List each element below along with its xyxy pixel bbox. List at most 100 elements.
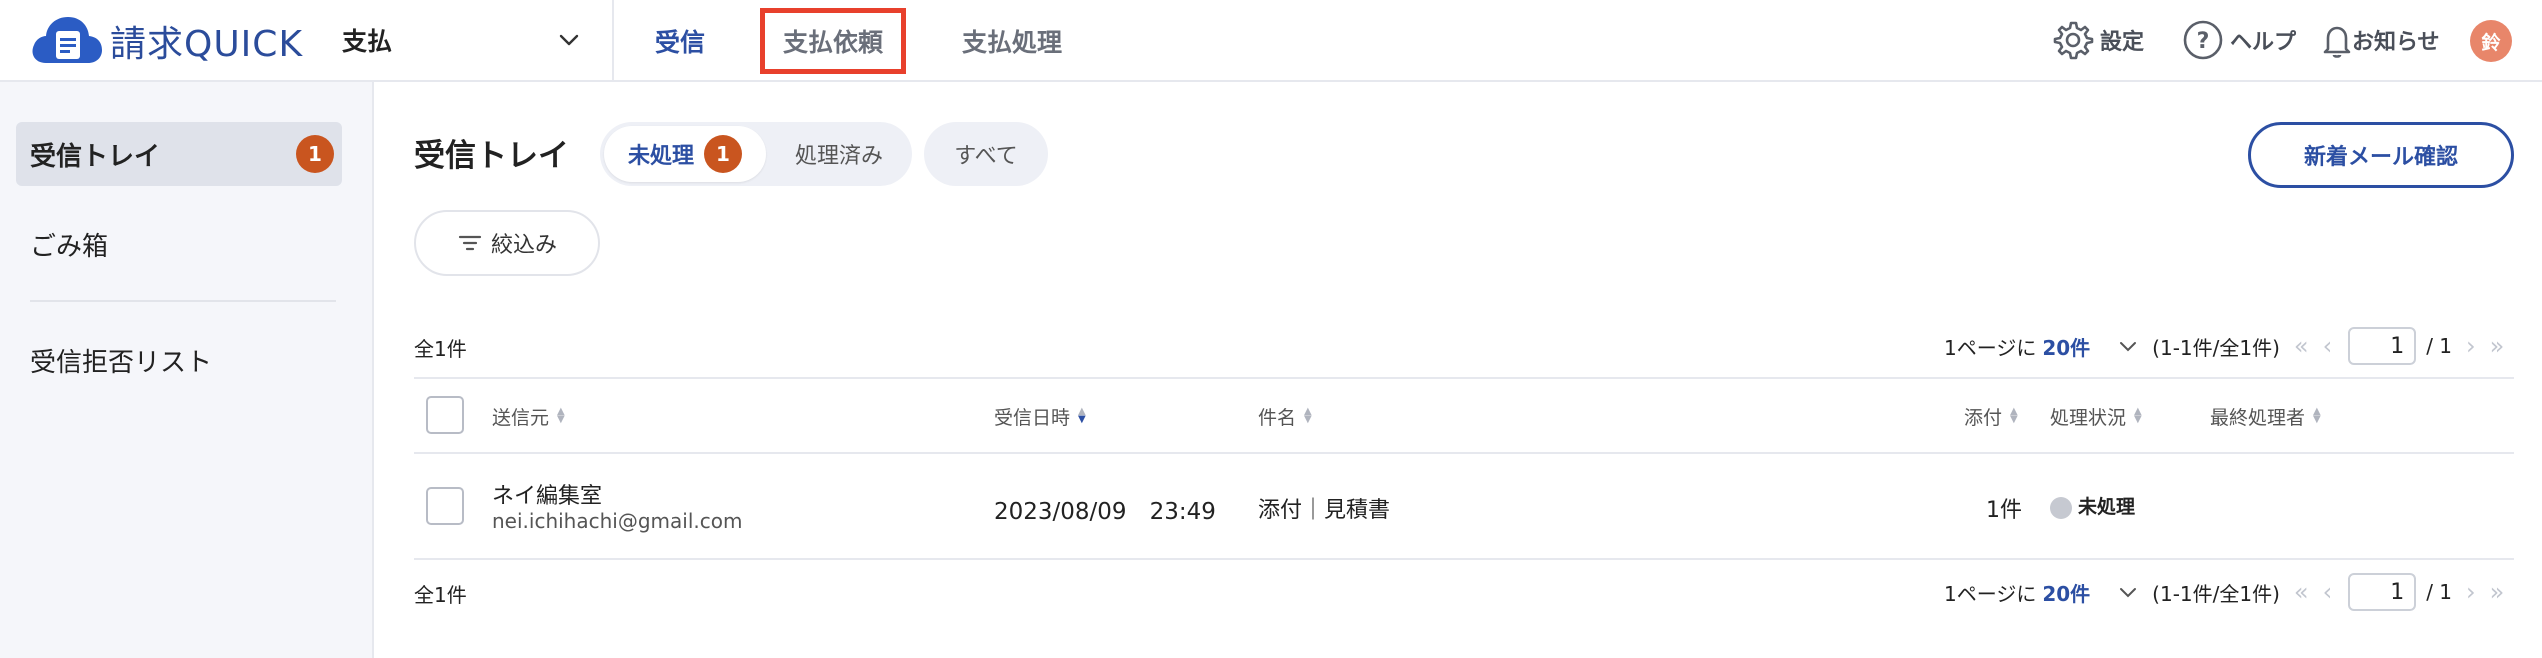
filter-label: 絞込み — [490, 233, 557, 258]
first-page-icon[interactable]: « — [2294, 578, 2309, 606]
result-range: (1-1件/全1件) — [2152, 335, 2280, 360]
select-all-checkbox[interactable] — [426, 396, 464, 434]
segment-all[interactable]: すべて — [924, 122, 1048, 186]
page-number-input[interactable] — [2348, 327, 2417, 365]
column-header-label: 添付 — [1964, 406, 2003, 429]
column-header-subject[interactable]: 件名 ▲ ▼ — [1258, 400, 1312, 432]
sidebar-item-label: 受信トレイ — [30, 141, 161, 172]
last-page-icon[interactable]: » — [2490, 332, 2505, 360]
notifications-link[interactable]: お知らせ — [2316, 14, 2440, 66]
sort-icon: ▲ ▼ — [2313, 406, 2321, 425]
next-page-icon[interactable]: › — [2466, 332, 2476, 360]
column-header-label: 件名 — [1258, 406, 1297, 429]
unprocessed-count-badge: 1 — [704, 135, 742, 173]
help-label: ヘルプ — [2230, 30, 2297, 55]
total-count-bottom: 全1件 — [414, 583, 467, 607]
per-page-value[interactable]: 20件 — [2042, 578, 2090, 607]
per-page-value[interactable]: 20件 — [2042, 332, 2090, 361]
column-header-label: 送信元 — [492, 406, 550, 429]
sidebar-item-inbox[interactable]: 受信トレイ 1 — [16, 122, 342, 186]
tab-payment-request[interactable]: 支払依頼 — [760, 8, 906, 74]
filter-icon — [458, 235, 482, 251]
row-received-at: 2023/08/09 23:49 — [994, 499, 1216, 525]
column-header-sender[interactable]: 送信元 ▲ ▼ — [492, 400, 565, 432]
row-subject: 添付｜見積書 — [1258, 498, 1391, 523]
result-range: (1-1件/全1件) — [2152, 581, 2280, 606]
row-sender-email: nei.ichihachi@gmail.com — [492, 509, 743, 533]
column-header-received-at[interactable]: 受信日時 ▲ ▼ — [994, 400, 1086, 432]
tab-payment-request-label: 支払依頼 — [782, 28, 883, 57]
module-select-value: 支払 — [342, 27, 393, 56]
next-page-icon[interactable]: › — [2466, 578, 2476, 606]
filter-button[interactable]: 絞込み — [414, 210, 600, 276]
prev-page-icon[interactable]: ‹ — [2323, 332, 2333, 360]
help-link[interactable]: ? ヘルプ — [2182, 14, 2296, 66]
column-header-last-handler[interactable]: 最終処理者 ▲ ▼ — [2210, 400, 2321, 432]
pagination-bottom: 1ページに 20件 (1-1件/全1件) « ‹ / 1 › » — [1944, 571, 2516, 613]
gear-icon — [2053, 21, 2094, 60]
app-logo[interactable]: 請求QUICK — [28, 14, 303, 68]
tab-payment-processing[interactable]: 支払処理 — [950, 8, 1074, 74]
row-attachments: 1件 — [1986, 498, 2022, 523]
total-count-top: 全1件 — [414, 337, 467, 361]
sidebar-item-label: 受信拒否リスト — [30, 347, 213, 378]
top-header: 請求QUICK 支払 受信 支払依頼 支払処理 設定 ? ヘルプ お知らせ 鈴 — [0, 0, 2542, 82]
page-total: / 1 — [2426, 334, 2453, 358]
notifications-label: お知らせ — [2352, 30, 2440, 55]
segment-unprocessed-label: 未処理 — [627, 144, 694, 169]
column-header-status[interactable]: 処理状況 ▲ ▼ — [2050, 400, 2142, 432]
settings-link[interactable]: 設定 — [2052, 14, 2144, 66]
header-divider — [612, 0, 614, 82]
segment-unprocessed[interactable]: 未処理 1 — [604, 126, 766, 182]
sidebar: 受信トレイ 1 ごみ箱 受信拒否リスト — [0, 82, 374, 658]
segment-processed[interactable]: 処理済み — [770, 126, 908, 182]
cloud-document-logo-icon — [32, 17, 102, 63]
inbox-count-badge: 1 — [296, 135, 334, 173]
chevron-down-icon[interactable] — [2118, 336, 2138, 356]
segment-processed-label: 処理済み — [794, 144, 883, 169]
sidebar-item-label: ごみ箱 — [30, 231, 109, 262]
user-avatar[interactable]: 鈴 — [2470, 20, 2512, 62]
column-header-label: 受信日時 — [994, 406, 1071, 429]
chevron-down-icon — [559, 34, 579, 46]
sort-icon: ▲ ▼ — [557, 406, 565, 425]
last-page-icon[interactable]: » — [2490, 578, 2505, 606]
help-icon: ? — [2183, 20, 2223, 60]
svg-text:?: ? — [2197, 29, 2210, 54]
table-header-border — [414, 452, 2514, 454]
row-sender-name: ネイ編集室 — [492, 484, 603, 509]
per-page-prefix: 1ページに — [1944, 581, 2037, 606]
sidebar-item-blocklist[interactable]: 受信拒否リスト — [16, 328, 342, 392]
column-header-attachments[interactable]: 添付 ▲ ▼ — [1964, 400, 2018, 432]
segment-all-label: すべて — [954, 144, 1018, 169]
tab-payment-processing-label: 支払処理 — [961, 28, 1062, 57]
avatar-initial: 鈴 — [2481, 31, 2501, 54]
status-segmented-control: 未処理 1 処理済み — [600, 122, 912, 186]
settings-label: 設定 — [2100, 30, 2145, 55]
check-new-mail-button[interactable]: 新着メール確認 — [2248, 122, 2514, 188]
row-checkbox[interactable] — [426, 487, 464, 525]
module-select[interactable]: 支払 — [342, 18, 580, 62]
page-total: / 1 — [2426, 580, 2453, 604]
prev-page-icon[interactable]: ‹ — [2323, 578, 2333, 606]
sidebar-item-trash[interactable]: ごみ箱 — [16, 212, 342, 276]
sort-icon: ▲ ▼ — [2134, 406, 2142, 425]
row-status: 未処理 — [2050, 492, 2135, 519]
sidebar-divider — [30, 300, 336, 302]
tab-receive[interactable]: 受信 — [638, 8, 722, 74]
table-bottom-border — [414, 558, 2514, 560]
sort-icon: ▲ ▼ — [1304, 406, 1312, 425]
column-header-label: 処理状況 — [2050, 406, 2127, 429]
first-page-icon[interactable]: « — [2294, 332, 2309, 360]
chevron-down-icon[interactable] — [2118, 582, 2138, 602]
pagination-top: 1ページに 20件 (1-1件/全1件) « ‹ / 1 › » — [1944, 325, 2516, 367]
row-status-label: 未処理 — [2078, 496, 2136, 518]
app-logo-text: 請求QUICK — [110, 24, 304, 65]
page-number-input[interactable] — [2348, 573, 2417, 611]
sort-desc-icon: ▲ ▼ — [1078, 406, 1086, 425]
table-top-border — [414, 377, 2514, 379]
status-dot-icon — [2050, 496, 2072, 519]
sort-icon: ▲ ▼ — [2010, 406, 2018, 425]
tab-receive-label: 受信 — [654, 28, 705, 57]
column-header-label: 最終処理者 — [2210, 406, 2306, 429]
